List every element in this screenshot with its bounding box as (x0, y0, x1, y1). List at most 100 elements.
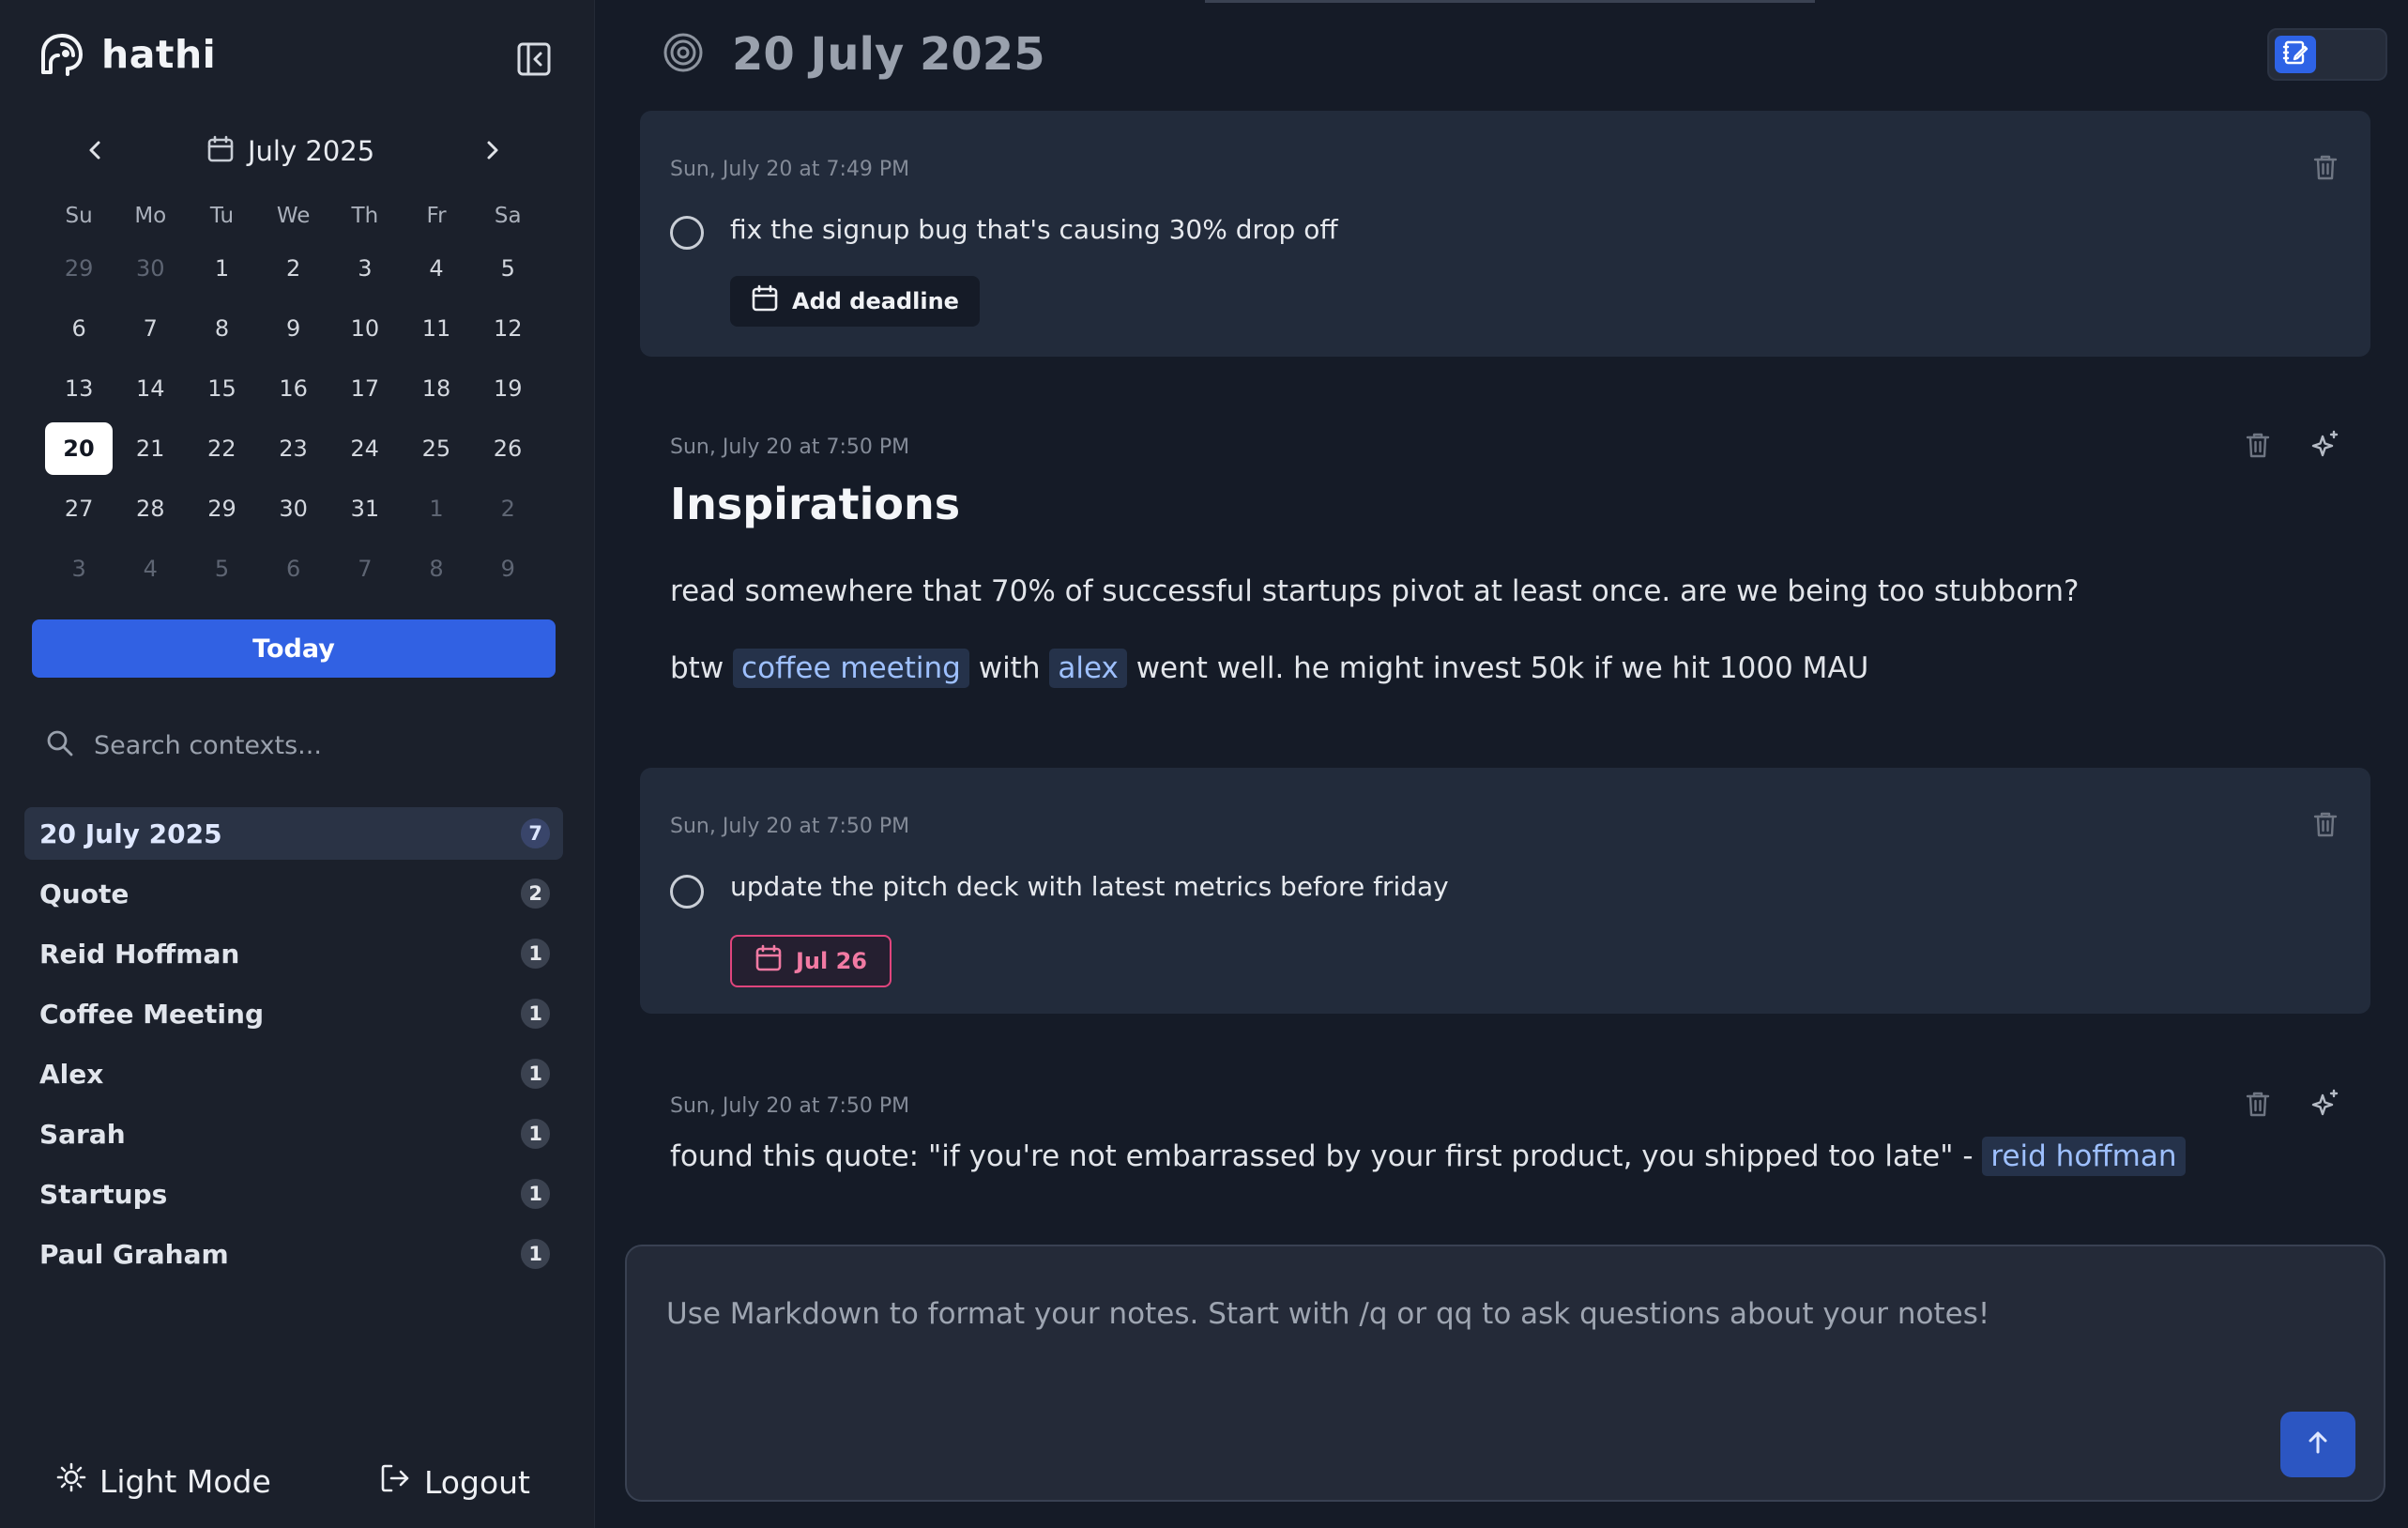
page-header: 20 July 2025 (663, 28, 1045, 81)
app-root: hathi July 2025 Su Mo Tu We Th Fr Sa 29 … (0, 0, 2408, 1528)
delete-note-button[interactable] (2307, 807, 2344, 845)
calendar-day-selected[interactable]: 20 (45, 422, 113, 475)
calendar-day[interactable]: 22 (186, 422, 257, 475)
context-tag-alex[interactable]: alex (1049, 649, 1127, 688)
calendar-day[interactable]: 28 (114, 482, 186, 535)
delete-note-button[interactable] (2239, 428, 2277, 466)
context-count-badge: 2 (521, 879, 550, 909)
calendar-day[interactable]: 9 (472, 542, 543, 595)
weekday-label: Fr (426, 204, 447, 228)
add-deadline-button[interactable]: Add deadline (730, 276, 980, 327)
calendar-day[interactable]: 18 (401, 362, 472, 415)
calendar-day[interactable]: 29 (43, 242, 114, 295)
calendar-day[interactable]: 6 (258, 542, 329, 595)
calendar-day[interactable]: 14 (114, 362, 186, 415)
calendar-day[interactable]: 17 (329, 362, 401, 415)
calendar-day[interactable]: 2 (472, 482, 543, 535)
task-checkbox[interactable] (670, 216, 704, 250)
calendar-day[interactable]: 16 (258, 362, 329, 415)
calendar-day[interactable]: 31 (329, 482, 401, 535)
context-item-20-july-2025[interactable]: 20 July 2025 7 (24, 807, 563, 860)
note-paragraph: found this quote: "if you're not embarra… (670, 1137, 2186, 1176)
calendar-day[interactable]: 10 (329, 302, 401, 355)
calendar-day[interactable]: 27 (43, 482, 114, 535)
collapse-sidebar-button[interactable] (514, 41, 554, 81)
context-item-coffee-meeting[interactable]: Coffee Meeting 1 (24, 987, 563, 1040)
notebook-edit-icon (2282, 39, 2309, 69)
context-tag-reid-hoffman[interactable]: reid hoffman (1982, 1137, 2186, 1176)
note-timestamp: Sun, July 20 at 7:49 PM (670, 158, 910, 181)
note-composer[interactable]: Use Markdown to format your notes. Start… (625, 1245, 2385, 1502)
calendar-day[interactable]: 26 (472, 422, 543, 475)
month-selector[interactable]: July 2025 (206, 135, 374, 167)
calendar-icon (754, 944, 783, 978)
calendar-day[interactable]: 4 (114, 542, 186, 595)
today-button[interactable]: Today (32, 619, 556, 678)
ai-sparkle-button[interactable] (2307, 428, 2344, 466)
calendar-day[interactable]: 1 (401, 482, 472, 535)
calendar-day[interactable]: 7 (329, 542, 401, 595)
weekday-label: Mo (134, 204, 167, 228)
calendar-icon (751, 284, 779, 318)
context-tag-coffee-meeting[interactable]: coffee meeting (733, 649, 969, 688)
calendar-day[interactable]: 4 (401, 242, 472, 295)
note-timestamp: Sun, July 20 at 7:50 PM (670, 815, 910, 838)
calendar-day[interactable]: 13 (43, 362, 114, 415)
brand[interactable]: hathi (38, 32, 216, 77)
calendar-day[interactable]: 11 (401, 302, 472, 355)
task-checkbox[interactable] (670, 875, 704, 909)
calendar-day[interactable]: 29 (186, 482, 257, 535)
calendar-day[interactable]: 15 (186, 362, 257, 415)
search-input[interactable]: Search contexts... (94, 731, 322, 760)
calendar-grid: Su Mo Tu We Th Fr Sa 29 30 1 2 3 4 5 6 7… (43, 193, 554, 599)
context-item-alex[interactable]: Alex 1 (24, 1047, 563, 1100)
sun-icon (56, 1462, 86, 1500)
delete-note-button[interactable] (2239, 1087, 2277, 1124)
calendar-day[interactable]: 8 (186, 302, 257, 355)
context-item-sarah[interactable]: Sarah 1 (24, 1108, 563, 1160)
add-deadline-label: Add deadline (792, 288, 959, 314)
elephant-logo-icon (38, 33, 84, 76)
calendar-day[interactable]: 25 (401, 422, 472, 475)
app-name: hathi (101, 32, 217, 77)
composer-input[interactable]: Use Markdown to format your notes. Start… (666, 1297, 1989, 1331)
context-label: Reid Hoffman (39, 938, 240, 970)
context-item-reid-hoffman[interactable]: Reid Hoffman 1 (24, 927, 563, 980)
task-note: Sun, July 20 at 7:50 PM update the pitch… (640, 768, 2370, 1014)
calendar-day[interactable]: 24 (329, 422, 401, 475)
calendar-day[interactable]: 6 (43, 302, 114, 355)
calendar-day[interactable]: 8 (401, 542, 472, 595)
logout-button[interactable]: Logout (379, 1462, 530, 1502)
due-date-button[interactable]: Jul 26 (730, 935, 892, 987)
delete-note-button[interactable] (2307, 150, 2344, 188)
calendar-day[interactable]: 21 (114, 422, 186, 475)
calendar-day[interactable]: 1 (186, 242, 257, 295)
calendar-day[interactable]: 9 (258, 302, 329, 355)
calendar-day[interactable]: 12 (472, 302, 543, 355)
context-item-quote[interactable]: Quote 2 (24, 867, 563, 920)
calendar-day[interactable]: 5 (186, 542, 257, 595)
calendar-day[interactable]: 3 (43, 542, 114, 595)
calendar-day[interactable]: 5 (472, 242, 543, 295)
send-button[interactable] (2280, 1412, 2355, 1477)
context-search[interactable]: Search contexts... (45, 728, 322, 762)
calendar-day[interactable]: 23 (257, 422, 328, 475)
editor-mode-toggle[interactable] (2267, 28, 2387, 81)
context-item-startups[interactable]: Startups 1 (24, 1168, 563, 1220)
prev-month-button[interactable] (77, 133, 114, 171)
note-heading: Inspirations (670, 479, 961, 529)
ai-sparkle-button[interactable] (2307, 1087, 2344, 1124)
context-item-paul-graham[interactable]: Paul Graham 1 (24, 1228, 563, 1280)
calendar-day[interactable]: 19 (472, 362, 543, 415)
calendar-day[interactable]: 3 (329, 242, 401, 295)
light-mode-button[interactable]: Light Mode (56, 1462, 271, 1500)
next-month-button[interactable] (473, 133, 511, 171)
context-list: 20 July 2025 7 Quote 2 Reid Hoffman 1 Co… (24, 807, 563, 1288)
calendar-day[interactable]: 2 (258, 242, 329, 295)
calendar-day[interactable]: 30 (114, 242, 186, 295)
due-date-label: Jul 26 (796, 948, 867, 974)
chevron-right-icon (481, 140, 502, 164)
weekday-label: Sa (494, 204, 522, 228)
calendar-day[interactable]: 7 (114, 302, 186, 355)
calendar-day[interactable]: 30 (258, 482, 329, 535)
